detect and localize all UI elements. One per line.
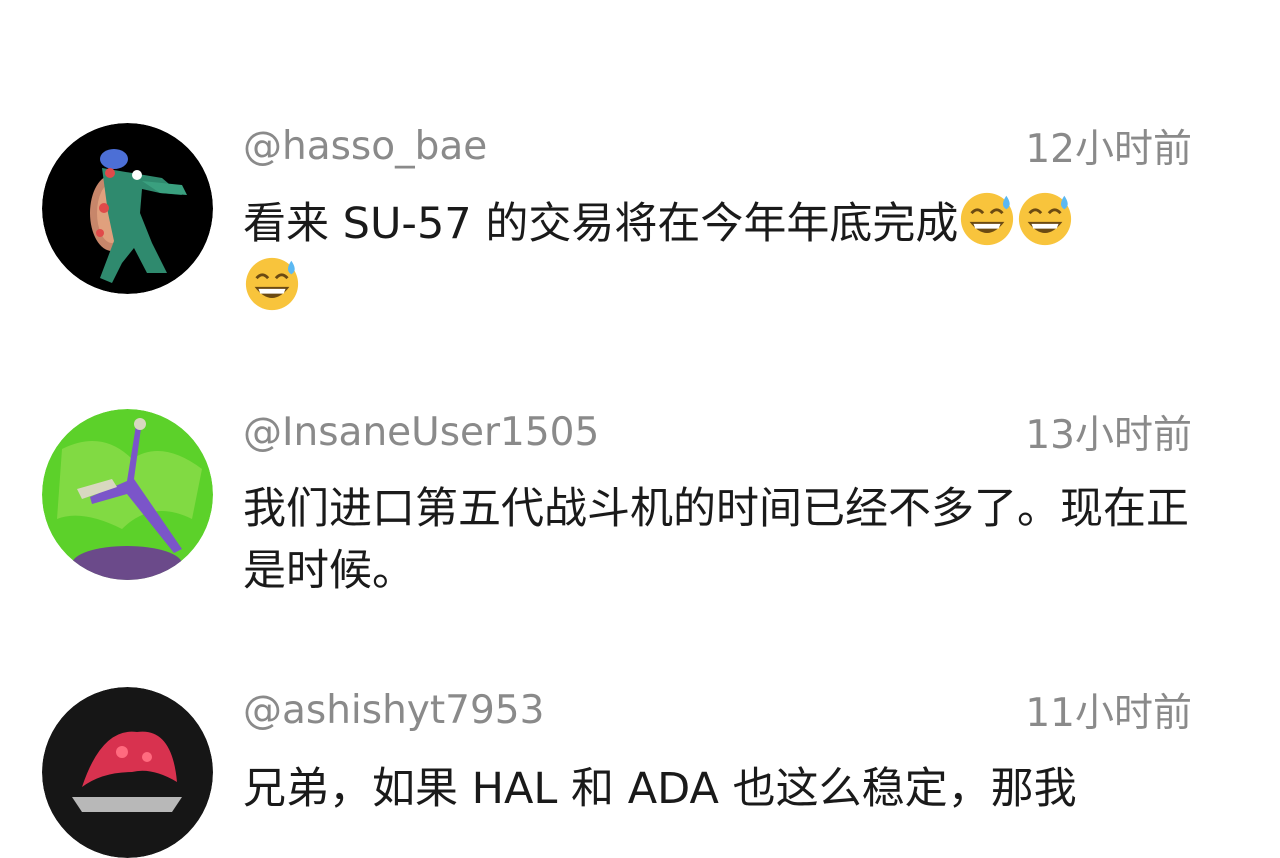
comment-text-content: 看来 SU-57 的交易将在今年年底完成	[243, 199, 959, 249]
comment-text: 我们进口第五代战斗机的时间已经不多了。现在正是时候。	[243, 484, 1189, 596]
comment-text: 兄弟，如果 HAL 和 ADA 也这么稳定，那我	[243, 764, 1077, 814]
comment-author[interactable]: @ashishyt7953	[243, 687, 544, 735]
grinning-sweat-icon	[243, 255, 301, 313]
comment-author[interactable]: @hasso_bae	[243, 123, 487, 171]
comment-timestamp: 13小时前	[1025, 413, 1192, 458]
crocodile-avatar-icon[interactable]	[42, 123, 213, 294]
comment-text: 看来 SU-57 的交易将在今年年底完成	[243, 190, 1203, 320]
comment-timestamp: 11小时前	[1025, 691, 1192, 736]
dancer-avatar-icon[interactable]	[42, 409, 213, 580]
red-creature-avatar-icon[interactable]	[42, 687, 213, 858]
comment-timestamp: 12小时前	[1025, 127, 1192, 172]
grinning-sweat-icon	[958, 190, 1016, 248]
comment-author[interactable]: @InsaneUser1505	[243, 409, 599, 457]
grinning-sweat-icon	[1016, 190, 1074, 248]
